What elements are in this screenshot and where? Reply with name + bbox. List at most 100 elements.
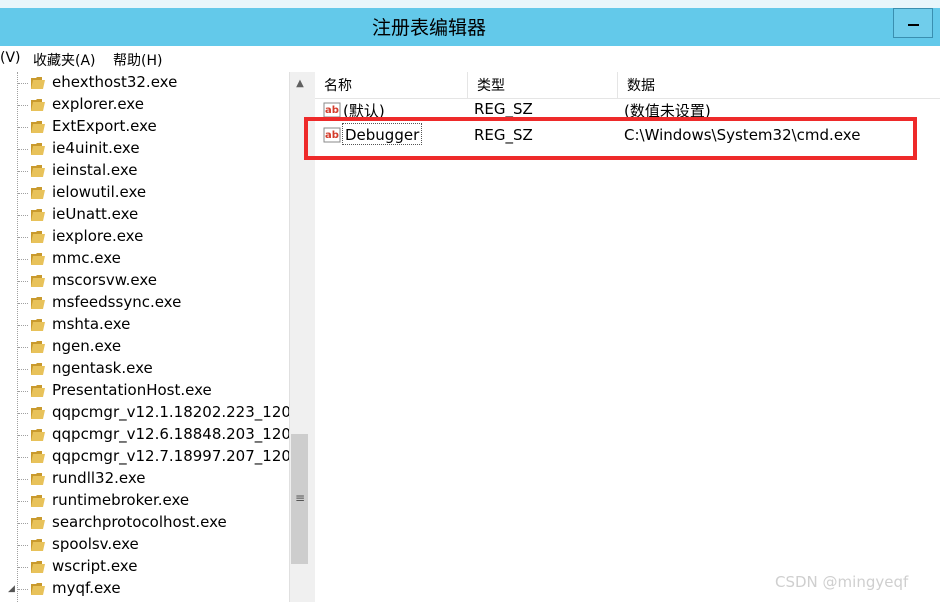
folder-icon xyxy=(31,451,45,463)
tree-item[interactable]: wscript.exe xyxy=(0,556,290,578)
folder-icon xyxy=(31,517,45,529)
tree-item[interactable]: runtimebroker.exe xyxy=(0,490,290,512)
tree-item[interactable]: mscorsvw.exe xyxy=(0,270,290,292)
tree-item[interactable]: searchprotocolhost.exe xyxy=(0,512,290,534)
tree-connector xyxy=(18,501,28,502)
tree-connector xyxy=(18,435,28,436)
minimize-button[interactable] xyxy=(893,8,933,38)
tree-item[interactable]: ExtExport.exe xyxy=(0,116,290,138)
tree-item-label: iexplore.exe xyxy=(52,227,144,245)
tree-item[interactable]: PresentationHost.exe xyxy=(0,380,290,402)
tree-item[interactable]: rundll32.exe xyxy=(0,468,290,490)
tree-connector xyxy=(18,347,28,348)
tree-item-label: myqf.exe xyxy=(52,579,121,597)
folder-icon xyxy=(31,341,45,353)
tree-connector xyxy=(18,457,28,458)
tree-item-label: ie4uinit.exe xyxy=(52,139,140,157)
registry-tree: ehexthost32.exe explorer.exe ExtExport.exe… xyxy=(0,72,290,602)
red-highlight-box xyxy=(304,117,917,160)
tree-item[interactable]: qqpcmgr_v12.6.18848.203_1200 xyxy=(0,424,290,446)
tree-item-label: mscorsvw.exe xyxy=(52,271,157,289)
folder-icon xyxy=(31,275,45,287)
tree-item-label: ielowutil.exe xyxy=(52,183,147,201)
folder-icon xyxy=(31,187,45,199)
scrollbar-thumb[interactable]: ≡ xyxy=(291,434,308,564)
tree-connector xyxy=(18,369,28,370)
folder-icon xyxy=(31,297,45,309)
tree-item[interactable]: explorer.exe xyxy=(0,94,290,116)
menu-favorites[interactable]: 收藏夹(A) xyxy=(33,50,96,70)
folder-icon xyxy=(31,143,45,155)
tree-connector xyxy=(18,193,28,194)
tree-item-label: ngen.exe xyxy=(52,337,122,355)
tree-connector xyxy=(18,281,28,282)
tree-item[interactable]: ielowutil.exe xyxy=(0,182,290,204)
tree-item-label: ehexthost32.exe xyxy=(52,73,178,91)
folder-icon xyxy=(31,319,45,331)
tree-item-label: qqpcmgr_v12.6.18848.203_1200 xyxy=(52,425,290,443)
tree-item[interactable]: iexplore.exe xyxy=(0,226,290,248)
tree-item-label: mmc.exe xyxy=(52,249,121,267)
tree-connector xyxy=(18,325,28,326)
folder-icon xyxy=(31,583,45,595)
tree-connector xyxy=(18,589,28,590)
tree-connector xyxy=(18,83,28,84)
tree-item[interactable]: ◢ myqf.exe xyxy=(0,578,290,600)
menu-bar: (V) 收藏夹(A) 帮助(H) xyxy=(0,46,940,70)
folder-icon xyxy=(31,165,45,177)
tree-item[interactable]: ngentask.exe xyxy=(0,358,290,380)
tree-connector xyxy=(18,303,28,304)
tree-connector xyxy=(18,545,28,546)
tree-item-label: rundll32.exe xyxy=(52,469,146,487)
column-header-type[interactable]: 类型 xyxy=(468,72,618,98)
column-header-name[interactable]: 名称 xyxy=(315,72,468,98)
tree-item[interactable]: ieUnatt.exe xyxy=(0,204,290,226)
tree-connector xyxy=(18,413,28,414)
value-type: REG_SZ xyxy=(474,100,533,118)
minimize-icon xyxy=(908,24,919,26)
tree-item-label: explorer.exe xyxy=(52,95,144,113)
scroll-up-arrow-icon[interactable]: ▲ xyxy=(290,74,310,94)
tree-connector xyxy=(18,127,28,128)
window-title: 注册表编辑器 xyxy=(372,17,487,39)
folder-icon xyxy=(31,77,45,89)
grip-icon: ≡ xyxy=(295,491,306,505)
tree-item-label: mshta.exe xyxy=(52,315,131,333)
menu-help[interactable]: 帮助(H) xyxy=(113,50,162,70)
tree-item[interactable]: mmc.exe xyxy=(0,248,290,270)
expand-arrow-icon[interactable]: ◢ xyxy=(8,584,15,594)
tree-connector xyxy=(18,523,28,524)
tree-item-label: wscript.exe xyxy=(52,557,138,575)
folder-icon xyxy=(31,231,45,243)
tree-item[interactable]: mshta.exe xyxy=(0,314,290,336)
tree-item[interactable]: ngen.exe xyxy=(0,336,290,358)
tree-item[interactable]: ehexthost32.exe xyxy=(0,72,290,94)
tree-item[interactable]: ieinstal.exe xyxy=(0,160,290,182)
tree-item-label: msfeedssync.exe xyxy=(52,293,182,311)
folder-icon xyxy=(31,473,45,485)
tree-connector xyxy=(18,479,28,480)
tree-connector xyxy=(18,259,28,260)
column-header-data[interactable]: 数据 xyxy=(618,72,940,98)
tree-item-label: runtimebroker.exe xyxy=(52,491,190,509)
tree-connector xyxy=(18,105,28,106)
tree-item[interactable]: qqpcmgr_v12.1.18202.223_1200 xyxy=(0,402,290,424)
tree-item-label: ngentask.exe xyxy=(52,359,153,377)
folder-icon xyxy=(31,385,45,397)
tree-item-label: PresentationHost.exe xyxy=(52,381,212,399)
tree-connector xyxy=(18,171,28,172)
title-bar: 注册表编辑器 xyxy=(0,0,940,46)
tree-item[interactable]: msfeedssync.exe xyxy=(0,292,290,314)
tree-item-label: ExtExport.exe xyxy=(52,117,157,135)
folder-icon xyxy=(31,539,45,551)
folder-icon xyxy=(31,561,45,573)
menu-view[interactable]: (V) xyxy=(0,50,21,66)
tree-connector xyxy=(18,391,28,392)
folder-icon xyxy=(31,495,45,507)
tree-connector xyxy=(18,567,28,568)
watermark: CSDN @mingyeqf xyxy=(775,573,909,591)
tree-item[interactable]: spoolsv.exe xyxy=(0,534,290,556)
title-bar-top-strip xyxy=(0,0,940,8)
tree-item[interactable]: ie4uinit.exe xyxy=(0,138,290,160)
tree-item[interactable]: qqpcmgr_v12.7.18997.207_1200 xyxy=(0,446,290,468)
